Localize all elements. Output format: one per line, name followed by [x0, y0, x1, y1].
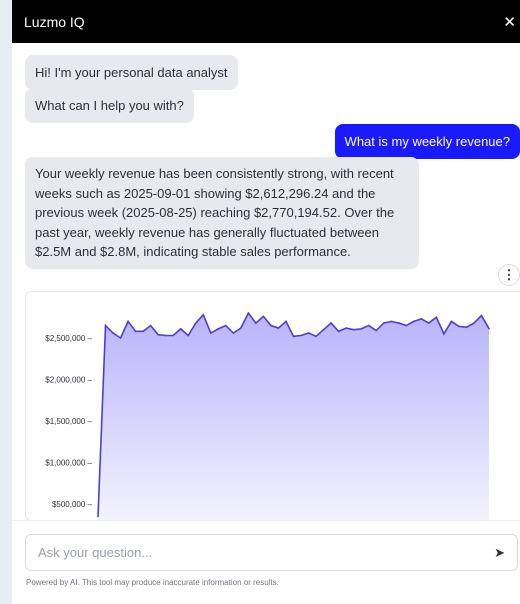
data-point: [443, 333, 445, 335]
data-point: [104, 324, 107, 327]
data-point: [428, 322, 430, 324]
data-point: [322, 328, 325, 331]
data-point: [300, 334, 302, 337]
data-point: [465, 326, 468, 329]
data-point: [405, 324, 408, 327]
data-point: [262, 315, 265, 318]
y-tick-label: $1,000,000 –: [45, 459, 92, 468]
data-point: [375, 329, 378, 332]
data-point: [458, 325, 460, 328]
data-point: [420, 318, 423, 320]
data-point: [247, 312, 250, 314]
data-point: [367, 324, 370, 327]
chat-panel: Luzmo IQ ✕ Hi! I'm your personal data an…: [12, 0, 520, 604]
bot-message-answer: Your weekly revenue has been consistentl…: [25, 157, 419, 269]
chart-svg: $2,500,000 – $2,000,000 – $1,500,000 – $1,0…: [45, 311, 490, 520]
data-point: [172, 334, 174, 337]
y-tick-label: $500,000 –: [52, 500, 93, 509]
data-point: [134, 330, 137, 333]
data-point: [345, 327, 347, 329]
y-tick-label: $1,500,000 –: [45, 417, 92, 426]
data-point: [119, 337, 122, 339]
data-point: [315, 335, 317, 338]
data-point: [390, 320, 393, 323]
data-point: [307, 332, 310, 334]
bot-message-prompt: What can I help you with?: [25, 88, 194, 123]
data-point: [413, 320, 415, 323]
data-point: [142, 330, 144, 333]
data-point: [488, 327, 490, 330]
data-point: [292, 335, 295, 338]
data-point: [397, 322, 400, 324]
y-tick-label: $2,500,000 –: [45, 334, 92, 343]
data-point: [337, 330, 340, 333]
disclaimer-text: Powered by AI. This tool may produce ina…: [26, 578, 279, 587]
data-point: [202, 313, 205, 316]
data-point: [480, 314, 483, 317]
question-input[interactable]: [38, 545, 458, 560]
data-point: [255, 322, 257, 324]
data-point: [225, 324, 227, 327]
data-point: [473, 322, 475, 324]
data-point: [330, 322, 332, 324]
bot-message-greeting: Hi! I'm your personal data analyst: [25, 55, 238, 90]
more-vertical-icon[interactable]: ⋮: [498, 264, 520, 286]
data-point: [277, 327, 280, 329]
chat-title: Luzmo IQ: [24, 13, 85, 30]
data-point: [209, 332, 212, 334]
data-point: [179, 328, 182, 330]
data-point: [270, 324, 272, 327]
y-tick-label: $2,000,000 –: [45, 376, 92, 385]
close-icon[interactable]: ✕: [493, 13, 520, 31]
data-point: [164, 334, 167, 337]
data-point: [240, 327, 242, 329]
data-point: [127, 320, 129, 323]
data-point: [187, 334, 190, 337]
chat-header: Luzmo IQ ✕: [12, 0, 520, 43]
chat-footer: ➤ Powered by AI. This tool may produce i…: [12, 520, 520, 604]
question-input-box: ➤: [25, 534, 518, 571]
data-point: [382, 322, 385, 324]
data-point: [149, 324, 152, 327]
data-point: [435, 316, 438, 319]
data-point: [217, 328, 220, 330]
data-point: [352, 328, 355, 331]
data-point: [97, 515, 99, 518]
data-point: [285, 320, 287, 323]
revenue-chart: $2,500,000 – $2,000,000 – $1,500,000 – $1,0…: [25, 291, 520, 521]
data-point: [194, 322, 197, 324]
send-icon[interactable]: ➤: [494, 545, 505, 561]
data-point: [232, 332, 235, 334]
data-point: [157, 333, 159, 336]
revenue-area: [98, 313, 489, 520]
data-point: [112, 332, 114, 334]
data-point: [450, 320, 453, 323]
user-message: What is my weekly revenue?: [334, 124, 520, 159]
data-point: [360, 328, 362, 330]
